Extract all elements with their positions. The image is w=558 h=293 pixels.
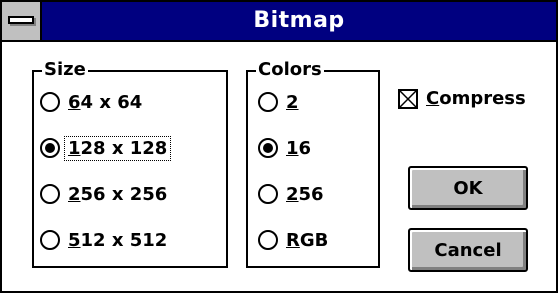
colors-option-rgb[interactable]: RGB: [258, 226, 330, 254]
system-menu-button[interactable]: [2, 2, 42, 40]
bitmap-dialog: Bitmap Size 64 x 64 128 x 128 256 x 256 …: [0, 0, 558, 293]
x-mark-icon: [400, 90, 416, 107]
colors-option-2[interactable]: 2: [258, 88, 301, 116]
size-option-64[interactable]: 64 x 64: [40, 88, 144, 116]
title-bar: Bitmap: [2, 2, 556, 42]
cancel-button[interactable]: Cancel: [408, 228, 528, 272]
radio-button[interactable]: [258, 92, 278, 112]
colors-option-256[interactable]: 256: [258, 180, 326, 208]
radio-button[interactable]: [40, 92, 60, 112]
radio-button[interactable]: [258, 184, 278, 204]
radio-label: 256: [286, 183, 324, 205]
compress-checkbox[interactable]: [398, 88, 418, 109]
radio-label: 16: [286, 137, 312, 159]
colors-group: Colors 2 16 256 RGB: [246, 60, 380, 268]
radio-label: RGB: [286, 229, 329, 251]
radio-button[interactable]: [258, 138, 278, 158]
radio-label: 2: [286, 91, 299, 113]
compress-label: Compress: [426, 88, 526, 109]
radio-button[interactable]: [40, 138, 60, 158]
radio-label: 64 x 64: [68, 91, 143, 113]
size-option-128[interactable]: 128 x 128: [40, 134, 172, 162]
radio-button[interactable]: [258, 230, 278, 250]
radio-label: 128 x 128: [63, 135, 172, 161]
window-title: Bitmap: [253, 8, 345, 33]
radio-label: 512 x 512: [68, 229, 168, 251]
radio-button[interactable]: [40, 230, 60, 250]
ok-button[interactable]: OK: [408, 166, 528, 210]
size-option-512[interactable]: 512 x 512: [40, 226, 169, 254]
size-group-label: Size: [42, 59, 88, 80]
size-option-256[interactable]: 256 x 256: [40, 180, 169, 208]
radio-button[interactable]: [40, 184, 60, 204]
radio-label: 256 x 256: [68, 183, 168, 205]
colors-option-16[interactable]: 16: [258, 134, 313, 162]
size-group: Size 64 x 64 128 x 128 256 x 256 512 x 5…: [32, 60, 228, 268]
colors-group-label: Colors: [256, 59, 324, 80]
minus-bar-icon: [8, 16, 34, 24]
compress-checkbox-row[interactable]: Compress: [398, 88, 526, 109]
